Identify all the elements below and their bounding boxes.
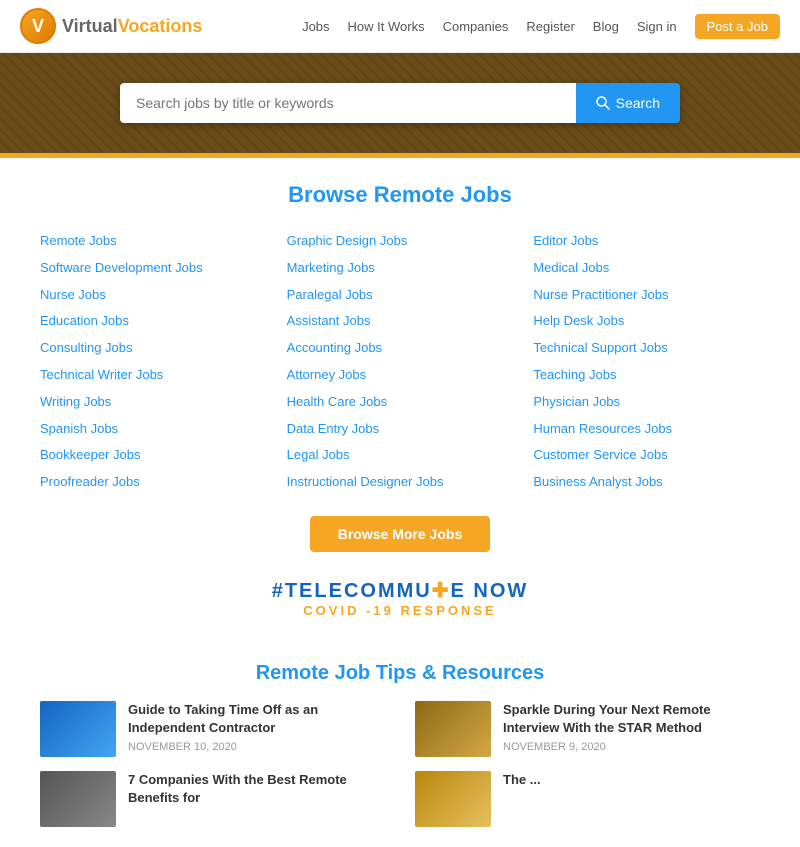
tip-content: 7 Companies With the Best Remote Benefit… — [128, 771, 385, 811]
tip-content: Sparkle During Your Next Remote Intervie… — [503, 701, 760, 753]
tip-date: November 9, 2020 — [503, 741, 760, 753]
telecommute-banner: #TELECOMMU✚E NOW COVID -19 RESPONSE — [40, 562, 760, 628]
browse-col-1: Remote Jobs Software Development Jobs Nu… — [40, 228, 267, 496]
list-item[interactable]: Legal Jobs — [287, 442, 514, 469]
tip-card: The ... — [415, 771, 760, 827]
search-icon — [596, 96, 610, 110]
list-item[interactable]: Instructional Designer Jobs — [287, 469, 514, 496]
tip-date: November 10, 2020 — [128, 741, 385, 753]
tip-card: 7 Companies With the Best Remote Benefit… — [40, 771, 385, 827]
logo-virtual: Virtual — [62, 16, 118, 36]
list-item[interactable]: Writing Jobs — [40, 389, 267, 416]
tip-thumbnail — [415, 701, 491, 757]
list-item[interactable]: Customer Service Jobs — [533, 442, 760, 469]
list-item[interactable]: Consulting Jobs — [40, 335, 267, 362]
list-item[interactable]: Business Analyst Jobs — [533, 469, 760, 496]
covid-text: COVID -19 RESPONSE — [40, 603, 760, 618]
list-item[interactable]: Human Resources Jobs — [533, 416, 760, 443]
browse-col-2: Graphic Design Jobs Marketing Jobs Paral… — [287, 228, 514, 496]
list-item[interactable]: Nurse Jobs — [40, 282, 267, 309]
tip-card: Sparkle During Your Next Remote Intervie… — [415, 701, 760, 757]
list-item[interactable]: Health Care Jobs — [287, 389, 514, 416]
list-item[interactable]: Technical Writer Jobs — [40, 362, 267, 389]
tips-grid: Guide to Taking Time Off as an Independe… — [40, 701, 760, 827]
list-item[interactable]: Proofreader Jobs — [40, 469, 267, 496]
telecommute-hashtag: #TELECOMMU✚E NOW — [40, 578, 760, 603]
list-item[interactable]: Physician Jobs — [533, 389, 760, 416]
list-item[interactable]: Education Jobs — [40, 308, 267, 335]
browse-title: Browse Remote Jobs — [40, 182, 760, 208]
list-item[interactable]: Medical Jobs — [533, 255, 760, 282]
hero-section: Search — [0, 53, 800, 153]
tip-thumbnail — [40, 701, 116, 757]
list-item[interactable]: Software Development Jobs — [40, 255, 267, 282]
header: V VirtualVocations Jobs How It Works Com… — [0, 0, 800, 53]
tip-link[interactable]: The ... — [503, 772, 541, 787]
browse-col-3: Editor Jobs Medical Jobs Nurse Practitio… — [533, 228, 760, 496]
tip-thumbnail — [415, 771, 491, 827]
tips-title: Remote Job Tips & Resources — [40, 662, 760, 685]
list-item[interactable]: Spanish Jobs — [40, 416, 267, 443]
list-item[interactable]: Data Entry Jobs — [287, 416, 514, 443]
browse-more-button[interactable]: Browse More Jobs — [310, 516, 490, 552]
nav-blog[interactable]: Blog — [593, 19, 619, 34]
list-item[interactable]: Editor Jobs — [533, 228, 760, 255]
tip-card: Guide to Taking Time Off as an Independe… — [40, 701, 385, 757]
tip-content: The ... — [503, 771, 541, 793]
nav-post-job[interactable]: Post a Job — [695, 14, 780, 39]
logo: V VirtualVocations — [20, 8, 202, 44]
nav-companies[interactable]: Companies — [443, 19, 509, 34]
tip-content: Guide to Taking Time Off as an Independe… — [128, 701, 385, 753]
list-item[interactable]: Nurse Practitioner Jobs — [533, 282, 760, 309]
tip-link[interactable]: 7 Companies With the Best Remote Benefit… — [128, 772, 347, 805]
list-item[interactable]: Paralegal Jobs — [287, 282, 514, 309]
logo-text: VirtualVocations — [62, 16, 202, 37]
list-item[interactable]: Remote Jobs — [40, 228, 267, 255]
logo-vocations: Vocations — [118, 16, 203, 36]
browse-more-wrap: Browse More Jobs — [40, 516, 760, 552]
nav-jobs[interactable]: Jobs — [302, 19, 329, 34]
list-item[interactable]: Marketing Jobs — [287, 255, 514, 282]
list-item[interactable]: Help Desk Jobs — [533, 308, 760, 335]
logo-icon: V — [20, 8, 56, 44]
search-button[interactable]: Search — [576, 83, 680, 123]
nav-register[interactable]: Register — [526, 19, 574, 34]
browse-section: Browse Remote Jobs Remote Jobs Software … — [0, 158, 800, 652]
list-item[interactable]: Accounting Jobs — [287, 335, 514, 362]
browse-grid: Remote Jobs Software Development Jobs Nu… — [40, 228, 760, 496]
tips-section: Remote Job Tips & Resources Guide to Tak… — [0, 652, 800, 847]
nav: Jobs How It Works Companies Register Blo… — [302, 14, 780, 39]
search-input[interactable] — [120, 83, 576, 123]
list-item[interactable]: Technical Support Jobs — [533, 335, 760, 362]
nav-sign-in[interactable]: Sign in — [637, 19, 677, 34]
list-item[interactable]: Teaching Jobs — [533, 362, 760, 389]
list-item[interactable]: Bookkeeper Jobs — [40, 442, 267, 469]
nav-how-it-works[interactable]: How It Works — [348, 19, 425, 34]
list-item[interactable]: Graphic Design Jobs — [287, 228, 514, 255]
tip-link[interactable]: Sparkle During Your Next Remote Intervie… — [503, 702, 711, 735]
tip-link[interactable]: Guide to Taking Time Off as an Independe… — [128, 702, 318, 735]
list-item[interactable]: Assistant Jobs — [287, 308, 514, 335]
list-item[interactable]: Attorney Jobs — [287, 362, 514, 389]
search-bar: Search — [120, 83, 680, 123]
tip-thumbnail — [40, 771, 116, 827]
